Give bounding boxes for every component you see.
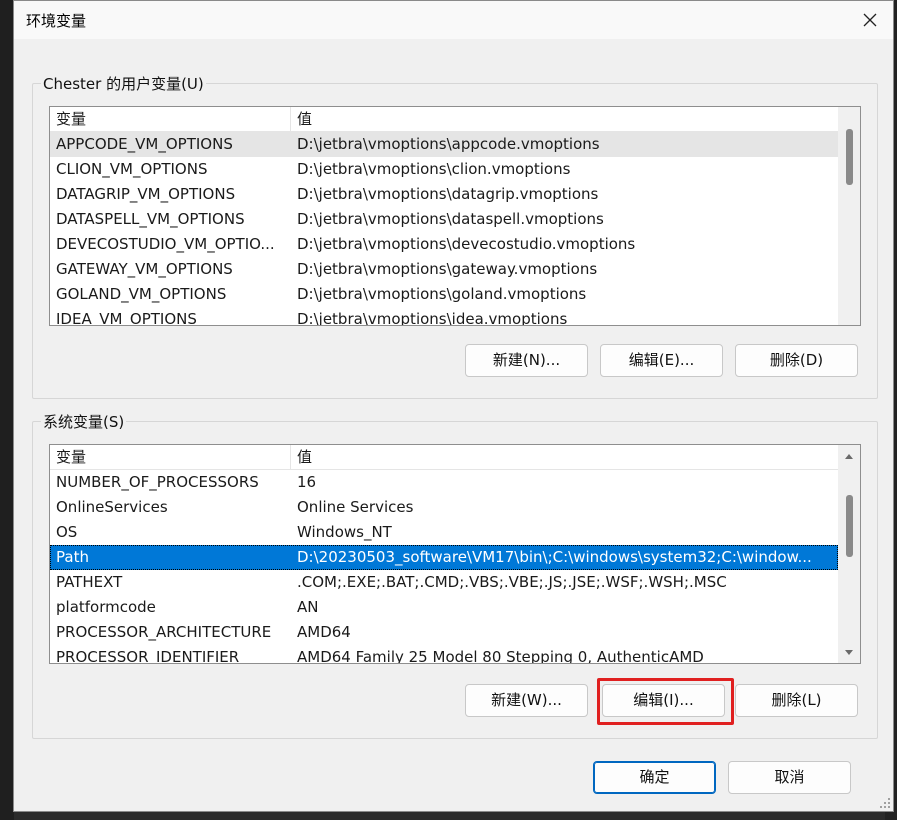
row-variable-value: D:\jetbra\vmoptions\devecostudio.vmoptio… <box>297 235 636 253</box>
resize-grip-icon[interactable] <box>879 797 891 809</box>
table-row[interactable]: APPCODE_VM_OPTIONS D:\jetbra\vmoptions\a… <box>50 132 838 157</box>
window-title: 环境变量 <box>26 12 87 30</box>
system-list-header: 变量 值 <box>50 445 838 470</box>
column-header-variable[interactable]: 变量 <box>50 445 291 469</box>
system-list-rows: NUMBER_OF_PROCESSORS 16 OnlineServices O… <box>50 470 838 663</box>
cancel-button[interactable]: 取消 <box>728 761 851 794</box>
system-edit-button[interactable]: 编辑(I)... <box>602 684 725 717</box>
row-variable-value: D:\jetbra\vmoptions\datagrip.vmoptions <box>297 185 599 203</box>
table-row[interactable]: DATAGRIP_VM_OPTIONS D:\jetbra\vmoptions\… <box>50 182 838 207</box>
row-variable-value: AMD64 Family 25 Model 80 Stepping 0, Aut… <box>297 648 704 663</box>
table-row[interactable]: IDEA_VM_OPTIONS D:\jetbra\vmoptions\idea… <box>50 307 838 325</box>
system-variables-group: 系统变量(S) 变量 值 NUMBER_OF_PROCESSORS 16 Onl… <box>32 411 878 739</box>
table-row[interactable]: DATASPELL_VM_OPTIONS D:\jetbra\vmoptions… <box>50 207 838 232</box>
user-variables-label: Chester 的用户变量(U) <box>41 73 206 94</box>
table-row[interactable]: PATHEXT .COM;.EXE;.BAT;.CMD;.VBS;.VBE;.J… <box>50 570 838 595</box>
close-icon <box>863 13 877 27</box>
row-variable-value: .COM;.EXE;.BAT;.CMD;.VBS;.VBE;.JS;.JSE;.… <box>297 573 727 591</box>
row-variable-value: D:\20230503_software\VM17\bin\;C:\window… <box>297 548 812 566</box>
scroll-down-icon[interactable] <box>843 647 855 657</box>
environment-variables-dialog: 环境变量 Chester 的用户变量(U) 变量 值 APPCODE_VM_OP… <box>13 0 894 812</box>
table-row[interactable]: GATEWAY_VM_OPTIONS D:\jetbra\vmoptions\g… <box>50 257 838 282</box>
background-left <box>0 0 14 820</box>
row-variable-name: PATHEXT <box>56 573 123 591</box>
row-variable-value: AMD64 <box>297 623 351 641</box>
row-variable-name: NUMBER_OF_PROCESSORS <box>56 473 259 491</box>
user-list-header: 变量 值 <box>50 107 838 132</box>
table-row[interactable]: CLION_VM_OPTIONS D:\jetbra\vmoptions\cli… <box>50 157 838 182</box>
row-variable-name: platformcode <box>56 598 156 616</box>
system-variables-list[interactable]: 变量 值 NUMBER_OF_PROCESSORS 16 OnlineServi… <box>49 444 861 664</box>
system-variables-label: 系统变量(S) <box>41 411 127 432</box>
row-variable-name: OS <box>56 523 78 541</box>
row-variable-value: D:\jetbra\vmoptions\dataspell.vmoptions <box>297 210 604 228</box>
row-variable-value: D:\jetbra\vmoptions\idea.vmoptions <box>297 310 568 325</box>
scrollbar-thumb[interactable] <box>846 495 853 557</box>
row-variable-value: 16 <box>297 473 317 491</box>
column-header-value[interactable]: 值 <box>291 107 838 131</box>
row-variable-value: D:\jetbra\vmoptions\goland.vmoptions <box>297 285 587 303</box>
row-variable-name: GOLAND_VM_OPTIONS <box>56 285 227 303</box>
table-row-selected[interactable]: Path D:\20230503_software\VM17\bin\;C:\w… <box>50 545 838 570</box>
row-variable-value: AN <box>297 598 319 616</box>
user-list-rows: APPCODE_VM_OPTIONS D:\jetbra\vmoptions\a… <box>50 132 838 325</box>
column-header-value[interactable]: 值 <box>291 445 838 469</box>
scrollbar-thumb[interactable] <box>846 129 853 185</box>
title-bar: 环境变量 <box>14 1 893 39</box>
row-variable-name: DATAGRIP_VM_OPTIONS <box>56 185 236 203</box>
system-delete-button[interactable]: 删除(L) <box>735 684 858 717</box>
row-variable-value: D:\jetbra\vmoptions\clion.vmoptions <box>297 160 571 178</box>
row-variable-name: PROCESSOR_ARCHITECTURE <box>56 623 272 641</box>
close-button[interactable] <box>847 1 893 39</box>
table-row[interactable]: OnlineServices Online Services <box>50 495 838 520</box>
table-row[interactable]: platformcode AN <box>50 595 838 620</box>
row-variable-name: PROCESSOR_IDENTIFIER <box>56 648 240 663</box>
user-delete-button[interactable]: 删除(D) <box>735 344 858 377</box>
ok-button[interactable]: 确定 <box>593 761 716 794</box>
user-list-scrollbar[interactable] <box>838 107 860 325</box>
row-variable-value: Online Services <box>297 498 414 516</box>
row-variable-name: DEVECOSTUDIO_VM_OPTIO... <box>56 235 275 253</box>
user-new-button[interactable]: 新建(N)... <box>465 344 588 377</box>
column-header-variable[interactable]: 变量 <box>50 107 291 131</box>
table-row[interactable]: OS Windows_NT <box>50 520 838 545</box>
row-variable-name: DATASPELL_VM_OPTIONS <box>56 210 245 228</box>
row-variable-name: CLION_VM_OPTIONS <box>56 160 208 178</box>
table-row[interactable]: PROCESSOR_IDENTIFIER AMD64 Family 25 Mod… <box>50 645 838 663</box>
table-row[interactable]: NUMBER_OF_PROCESSORS 16 <box>50 470 838 495</box>
system-new-button[interactable]: 新建(W)... <box>465 684 588 717</box>
row-variable-name: Path <box>56 548 89 566</box>
system-list-scrollbar[interactable] <box>838 445 860 663</box>
table-row[interactable]: PROCESSOR_ARCHITECTURE AMD64 <box>50 620 838 645</box>
row-variable-value: D:\jetbra\vmoptions\appcode.vmoptions <box>297 135 600 153</box>
row-variable-value: D:\jetbra\vmoptions\gateway.vmoptions <box>297 260 598 278</box>
row-variable-name: GATEWAY_VM_OPTIONS <box>56 260 233 278</box>
table-row[interactable]: DEVECOSTUDIO_VM_OPTIO... D:\jetbra\vmopt… <box>50 232 838 257</box>
user-variables-list[interactable]: 变量 值 APPCODE_VM_OPTIONS D:\jetbra\vmopti… <box>49 106 861 326</box>
row-variable-value: Windows_NT <box>297 523 392 541</box>
user-edit-button[interactable]: 编辑(E)... <box>600 344 723 377</box>
scroll-up-icon[interactable] <box>843 451 855 461</box>
row-variable-name: APPCODE_VM_OPTIONS <box>56 135 233 153</box>
table-row[interactable]: GOLAND_VM_OPTIONS D:\jetbra\vmoptions\go… <box>50 282 838 307</box>
row-variable-name: IDEA_VM_OPTIONS <box>56 310 197 325</box>
row-variable-name: OnlineServices <box>56 498 168 516</box>
user-variables-group: Chester 的用户变量(U) 变量 值 APPCODE_VM_OPTIONS… <box>32 73 878 399</box>
